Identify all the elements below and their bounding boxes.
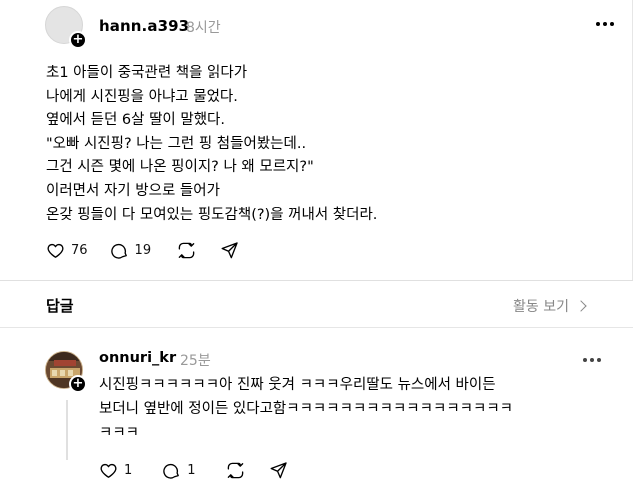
more-icon[interactable] xyxy=(583,354,603,366)
reply-line: 시진핑ㅋㅋㅋㅋㅋㅋ아 진짜 웃겨 ㅋㅋㅋ우리딸도 뉴스에서 바이든 xyxy=(99,377,496,393)
reply-body: 시진핑ㅋㅋㅋㅋㅋㅋ아 진짜 웃겨 ㅋㅋㅋ우리딸도 뉴스에서 바이든 보더니 옆반… xyxy=(99,373,599,445)
reply-actions: 1 1 xyxy=(99,460,288,480)
like-count: 76 xyxy=(71,242,88,258)
reply-avatar[interactable]: + xyxy=(45,351,89,395)
post-avatar[interactable]: + xyxy=(45,6,89,50)
post: + hann.a393 8시간 초1 아들이 중국관련 책을 읽다가 나에게 시… xyxy=(0,0,633,280)
post-line: 옆에서 듣던 6살 딸이 말했다. xyxy=(46,112,226,129)
heart-icon xyxy=(47,243,64,258)
repost-button[interactable] xyxy=(177,241,196,260)
like-button[interactable]: 1 xyxy=(99,461,132,480)
divider xyxy=(0,280,633,281)
comment-button[interactable]: 19 xyxy=(110,241,152,260)
post-line: 그건 시즌 몇에 나온 핑이지? 나 왜 모르지?" xyxy=(46,159,314,176)
replies-header: 답글 xyxy=(46,297,74,315)
repost-icon xyxy=(178,242,195,258)
post-line: 이러면서 자기 방으로 들어가 xyxy=(46,182,220,199)
post-line: 온갖 핑들이 다 모여있는 핑도감책(?)을 꺼내서 찾더라. xyxy=(46,206,378,223)
post-actions: 76 19 xyxy=(46,240,239,260)
comment-count: 19 xyxy=(134,242,152,258)
reply-line: ㅋㅋㅋ xyxy=(99,425,140,441)
comment-button[interactable]: 1 xyxy=(162,461,196,480)
like-count: 1 xyxy=(124,462,133,478)
share-icon xyxy=(221,241,238,258)
follow-plus-icon[interactable]: + xyxy=(69,375,87,393)
divider xyxy=(0,327,633,328)
more-icon[interactable] xyxy=(596,18,616,30)
repost-button[interactable] xyxy=(226,461,245,480)
like-button[interactable]: 76 xyxy=(46,241,88,260)
comment-icon xyxy=(163,463,180,479)
follow-plus-icon[interactable]: + xyxy=(69,31,87,49)
share-button[interactable] xyxy=(269,461,288,480)
post-line: 초1 아들이 중국관련 책을 읽다가 xyxy=(46,65,248,81)
comment-count: 1 xyxy=(187,462,196,478)
reply-username[interactable]: onnuri_kr xyxy=(99,350,176,366)
comment-icon xyxy=(110,243,127,259)
post-line: "오빠 시진핑? 나는 그런 핑 첨들어봤는데.. xyxy=(46,135,307,152)
repost-icon xyxy=(227,462,243,478)
view-activity-label: 활동 보기 xyxy=(513,299,569,315)
post-username[interactable]: hann.a393 xyxy=(99,17,189,35)
reply-timestamp: 25분 xyxy=(180,353,211,369)
share-icon xyxy=(270,461,287,478)
post-body: 초1 아들이 중국관련 책을 읽다가 나에게 시진핑을 아냐고 물었다. 옆에서… xyxy=(46,62,606,227)
heart-icon xyxy=(100,463,117,478)
post-line: 나에게 시진핑을 아냐고 물었다. xyxy=(46,88,238,105)
thread-line xyxy=(66,400,68,460)
view-activity-link[interactable]: 활동 보기 xyxy=(513,296,587,316)
share-button[interactable] xyxy=(220,241,239,260)
reply-line: 보더니 옆반에 정이든 있다고함ㅋㅋㅋㅋㅋㅋㅋㅋㅋㅋㅋㅋㅋㅋㅋㅋㅋ xyxy=(99,401,514,417)
chevron-right-icon xyxy=(575,300,587,312)
post-timestamp: 8시간 xyxy=(186,20,221,36)
